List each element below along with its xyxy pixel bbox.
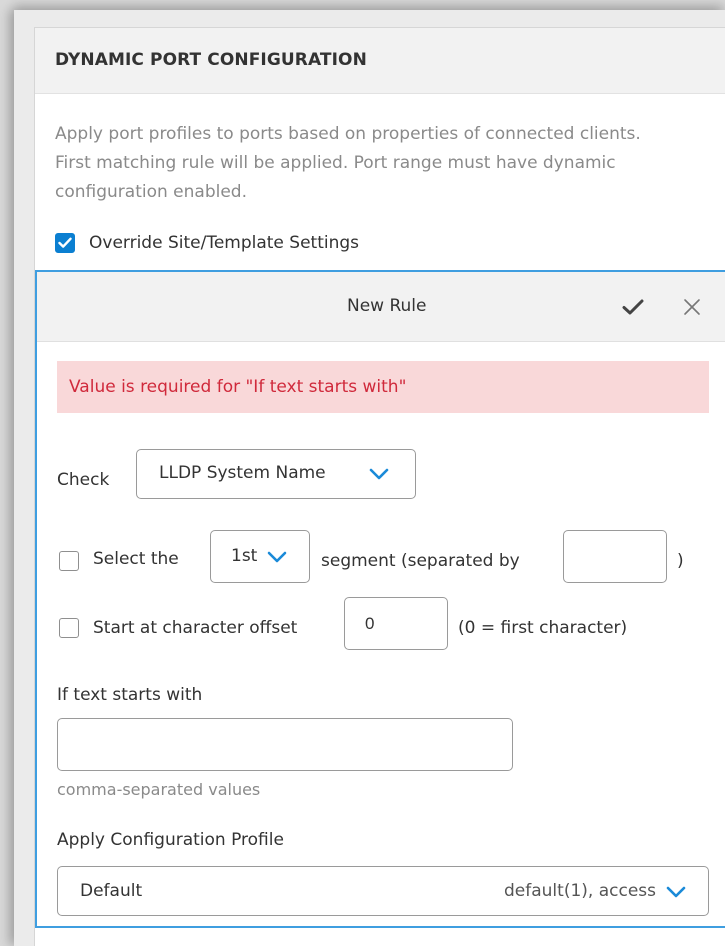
checkmark-icon: [58, 237, 72, 248]
dynamic-port-config-panel: DYNAMIC PORT CONFIGURATION Apply port pr…: [34, 27, 725, 946]
segment-value: 1st: [231, 546, 258, 566]
override-checkbox[interactable]: [55, 233, 75, 253]
check-icon[interactable]: [622, 298, 644, 316]
override-settings-row[interactable]: Override Site/Template Settings: [55, 231, 359, 255]
window-frame: DYNAMIC PORT CONFIGURATION Apply port pr…: [14, 10, 725, 946]
new-rule-editor: New Rule Value is required for "If text …: [35, 270, 725, 928]
close-paren-label: ): [677, 551, 684, 571]
panel-header: DYNAMIC PORT CONFIGURATION: [35, 28, 725, 94]
check-source-select[interactable]: LLDP System Name: [136, 449, 416, 499]
profile-select[interactable]: Default default(1), access: [57, 866, 709, 916]
select-the-label: Select the: [93, 549, 179, 569]
offset-label: Start at character offset: [93, 618, 298, 638]
rule-title: New Rule: [347, 296, 427, 316]
separator-input[interactable]: [563, 530, 667, 583]
chevron-down-icon: [666, 886, 686, 898]
chevron-down-icon: [267, 551, 287, 563]
profile-value: Default: [80, 881, 143, 901]
segment-select[interactable]: 1st: [210, 530, 310, 583]
chevron-down-icon: [369, 468, 389, 480]
check-label: Check: [57, 470, 110, 490]
panel-title: DYNAMIC PORT CONFIGURATION: [55, 50, 367, 70]
starts-with-input[interactable]: [57, 718, 513, 771]
override-label: Override Site/Template Settings: [89, 233, 360, 253]
offset-checkbox[interactable]: [59, 618, 79, 638]
error-message: Value is required for "If text starts wi…: [57, 361, 709, 413]
profile-detail: default(1), access: [504, 881, 656, 901]
starts-with-label: If text starts with: [57, 685, 203, 705]
select-segment-checkbox[interactable]: [59, 551, 79, 571]
check-source-value: LLDP System Name: [159, 463, 326, 483]
offset-hint: (0 = first character): [458, 618, 628, 638]
profile-label: Apply Configuration Profile: [57, 830, 284, 850]
offset-input[interactable]: [344, 597, 448, 650]
panel-description: Apply port profiles to ports based on pr…: [55, 124, 641, 202]
close-icon[interactable]: [683, 298, 701, 316]
segment-label: segment (separated by: [321, 551, 520, 571]
starts-with-hint: comma-separated values: [57, 780, 261, 799]
rule-header: New Rule: [37, 272, 725, 342]
